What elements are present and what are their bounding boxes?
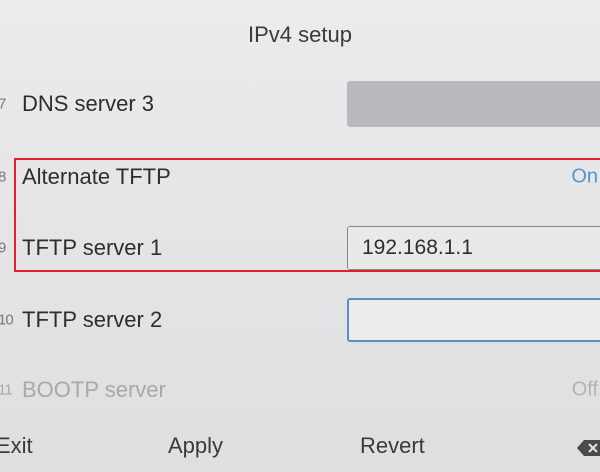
row-label: TFTP server 1 xyxy=(22,235,163,260)
alternate-tftp-value[interactable]: On xyxy=(571,166,598,189)
tftp-server-1-field[interactable]: 192.168.1.1 xyxy=(347,226,600,270)
tftp-server-2-field[interactable] xyxy=(347,298,600,342)
row-label: BOOTP server xyxy=(22,377,166,402)
row-number: 8 xyxy=(0,168,6,186)
row-label: Alternate TFTP xyxy=(22,164,171,189)
row-number: 11 xyxy=(0,381,13,399)
row-number: 7 xyxy=(0,95,6,113)
row-tftp-server-1[interactable]: 9 TFTP server 1 192.168.1.1 xyxy=(0,218,600,278)
bootp-server-value[interactable]: Off xyxy=(572,379,598,402)
backspace-icon[interactable] xyxy=(576,439,600,457)
apply-button[interactable]: Apply xyxy=(168,433,223,459)
row-dns-server-3[interactable]: 7 DNS server 3 xyxy=(0,74,600,134)
row-alternate-tftp[interactable]: 8 Alternate TFTP On xyxy=(0,147,600,207)
revert-button[interactable]: Revert xyxy=(360,433,425,459)
exit-button[interactable]: Exit xyxy=(0,433,33,459)
row-tftp-server-2[interactable]: 10 TFTP server 2 xyxy=(0,290,600,350)
row-bootp-server[interactable]: 11 BOOTP server Off xyxy=(0,360,600,420)
row-label: DNS server 3 xyxy=(22,91,155,116)
softkey-bar: Exit Apply Revert xyxy=(0,425,600,472)
dns-server-3-field[interactable] xyxy=(347,81,600,127)
row-label: TFTP server 2 xyxy=(22,307,163,332)
page-title: IPv4 setup xyxy=(248,22,352,47)
phone-screen: IPv4 setup 7 DNS server 3 8 Alternate TF… xyxy=(0,0,600,472)
row-number: 9 xyxy=(0,239,6,257)
row-number: 10 xyxy=(0,311,14,329)
